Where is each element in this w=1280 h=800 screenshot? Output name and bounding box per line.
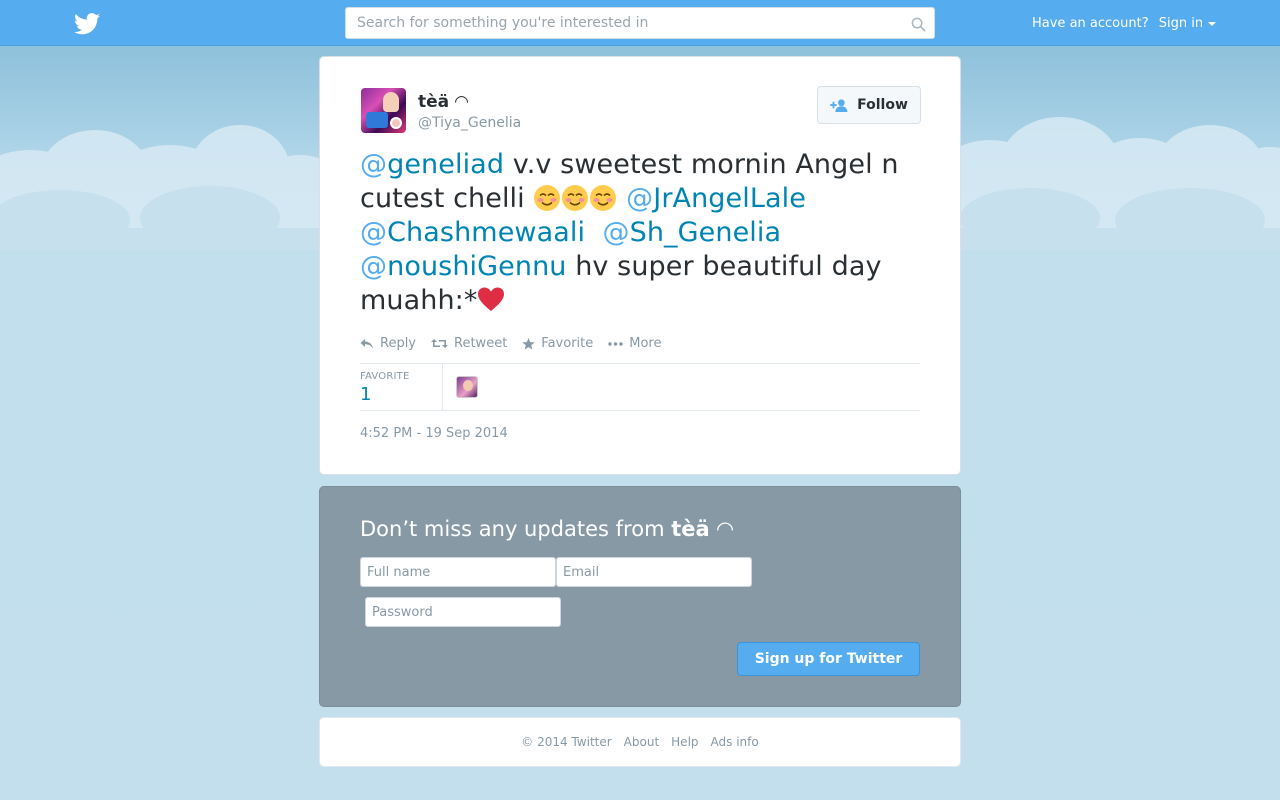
search-box <box>345 7 935 39</box>
chevron-down-icon <box>1208 21 1217 26</box>
author-name[interactable]: tèä ◠ <box>418 92 468 112</box>
star-icon <box>522 337 535 350</box>
author-handle[interactable]: @Tiya_Genelia <box>418 115 521 131</box>
retweet-icon <box>431 339 449 348</box>
retweet-button[interactable]: Retweet <box>431 336 507 351</box>
account-menu: Have an account? Sign in <box>1032 16 1217 31</box>
favoriter-avatar[interactable] <box>456 376 478 398</box>
smiling-face-icon <box>562 185 589 211</box>
follow-label: Follow <box>857 97 908 113</box>
ads-info-link[interactable]: Ads info <box>711 735 759 749</box>
signup-panel: Don’t miss any updates from tèä ◠ Sign u… <box>319 486 961 707</box>
red-heart-icon <box>478 287 505 311</box>
signup-title: Don’t miss any updates from tèä ◠ <box>360 517 733 541</box>
favorite-stat-label: FAVORITE <box>360 371 410 382</box>
avatar[interactable] <box>361 88 406 133</box>
signup-title-prefix: Don’t miss any updates from <box>360 517 665 541</box>
tweet-card: tèä ◠ @Tiya_Genelia Follow @geneliad v.v… <box>319 56 961 475</box>
tweet-timestamp[interactable]: 4:52 PM - 19 Sep 2014 <box>360 426 508 441</box>
mention-link[interactable]: @Chashmewaali <box>360 217 585 248</box>
reply-label: Reply <box>380 336 417 351</box>
more-button[interactable]: More <box>608 336 661 351</box>
smiling-face-icon <box>590 185 617 211</box>
footer: © 2014 Twitter About Help Ads info <box>319 717 961 767</box>
smiling-face-icon <box>534 185 561 211</box>
about-link[interactable]: About <box>624 735 659 749</box>
top-bar: Have an account? Sign in <box>0 0 1280 46</box>
signup-button[interactable]: Sign up for Twitter <box>737 642 920 676</box>
more-dots-icon <box>608 341 623 346</box>
sign-in-label: Sign in <box>1158 16 1204 31</box>
more-label: More <box>629 336 662 351</box>
favorite-button[interactable]: Favorite <box>522 336 593 351</box>
mention-link[interactable]: @Sh_Genelia <box>602 217 781 248</box>
tweet-actions: Reply Retweet Favorite More <box>360 336 676 351</box>
sign-in-link[interactable]: Sign in <box>1158 16 1217 31</box>
search-input[interactable] <box>346 8 934 38</box>
mention-link[interactable]: @JrAngelLale <box>626 183 806 214</box>
copyright-text: © 2014 Twitter <box>521 735 612 749</box>
add-user-icon <box>830 98 848 112</box>
signup-title-name: tèä ◠ <box>671 517 734 541</box>
favorite-count[interactable]: 1 <box>360 384 371 405</box>
mention-link[interactable]: @geneliad <box>360 149 504 180</box>
full-name-field[interactable] <box>360 557 556 587</box>
mention-link[interactable]: @noushiGennu <box>360 251 567 282</box>
stat-divider <box>442 364 443 411</box>
email-field[interactable] <box>556 557 752 587</box>
have-account-text: Have an account? <box>1032 16 1149 31</box>
retweet-label: Retweet <box>454 336 508 351</box>
password-field[interactable] <box>365 597 561 627</box>
reply-button[interactable]: Reply <box>360 336 416 351</box>
twitter-bird-icon[interactable] <box>74 13 100 35</box>
tweet-stats: FAVORITE 1 <box>360 363 920 411</box>
follow-button[interactable]: Follow <box>817 86 921 124</box>
favorite-label: Favorite <box>541 336 594 351</box>
tweet-text: @geneliad v.v sweetest mornin Angel n cu… <box>360 148 925 318</box>
search-icon[interactable] <box>911 17 926 32</box>
help-link[interactable]: Help <box>671 735 698 749</box>
reply-icon <box>360 338 373 348</box>
